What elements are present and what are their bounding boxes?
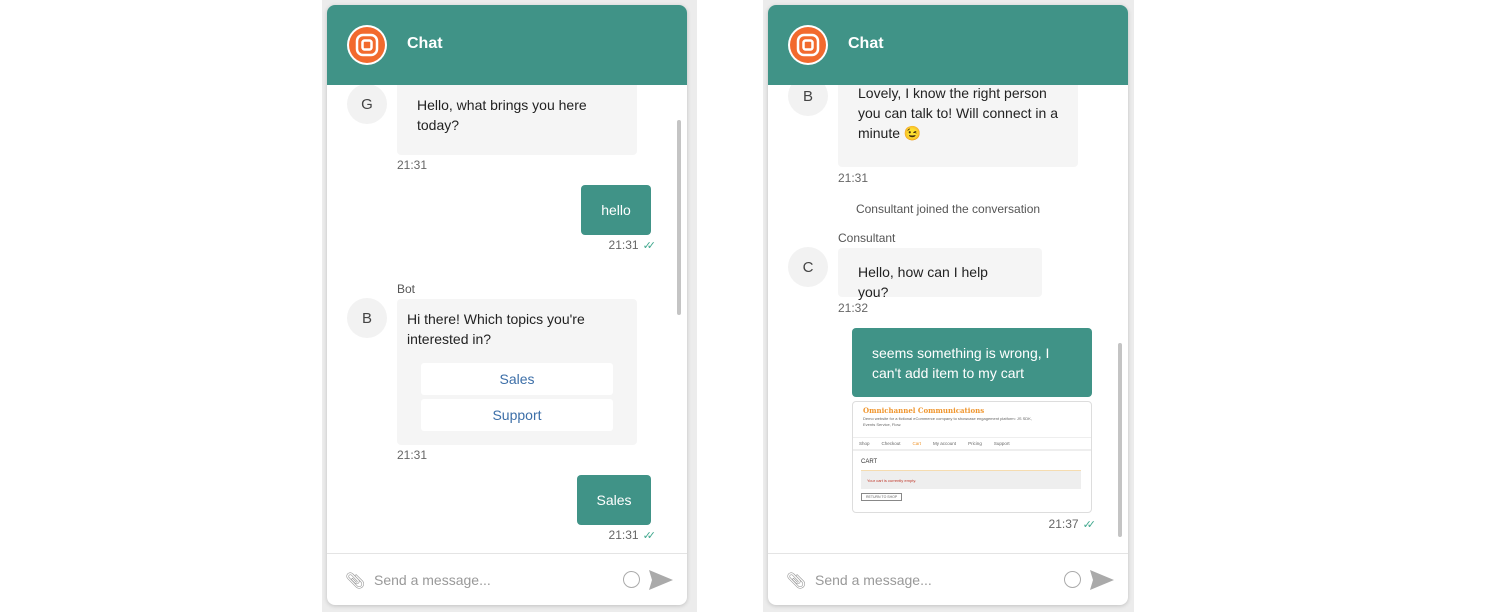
message-time: 21:31 [838, 171, 869, 185]
quick-reply-sales[interactable]: Sales [421, 363, 613, 395]
message-time: 21:32 [838, 301, 869, 315]
chat-widget-right: Chat B Lovely, I know the right person y… [768, 5, 1128, 605]
sender-name: Bot [397, 282, 416, 296]
send-icon[interactable] [649, 570, 673, 590]
chat-title: Chat [848, 35, 884, 52]
avatar: B [788, 85, 828, 116]
message-time: 21:31 [397, 448, 428, 462]
send-icon[interactable] [1090, 570, 1114, 590]
chat-title: Chat [407, 35, 443, 52]
chat-widget-left: Chat G Hello, what brings you here today… [327, 5, 687, 605]
screenshot-attachment[interactable]: Omnichannel Communications Demo website … [852, 401, 1092, 513]
scrollbar[interactable] [677, 120, 681, 315]
composer: 📎︎ Send a message... [327, 553, 687, 605]
logo-icon [788, 25, 828, 65]
avatar: G [347, 85, 387, 124]
quick-reply-support[interactable]: Support [421, 399, 613, 431]
paperclip-icon[interactable]: 📎︎ [345, 571, 365, 591]
sender-name: Consultant [838, 231, 896, 245]
nav-checkout: Checkout [881, 441, 901, 446]
message-input[interactable]: Send a message... [815, 572, 932, 588]
nav-cart: Cart [912, 441, 922, 446]
message-input[interactable]: Send a message... [374, 572, 491, 588]
time-text: 21:31 [608, 238, 639, 252]
composer: 📎︎ Send a message... [768, 553, 1128, 605]
site-desc: Demo website for a fictional eCommerce c… [863, 416, 1032, 427]
avatar: B [347, 298, 387, 338]
logo-icon [347, 25, 387, 65]
message-time: 21:31 ✓✓ [608, 528, 657, 542]
emoji-icon[interactable] [623, 571, 640, 588]
message-time: 21:31 ✓✓ [608, 238, 657, 252]
avatar: C [788, 247, 828, 287]
cart-heading: CART [861, 459, 878, 465]
chat-header: Chat [768, 5, 1128, 85]
message-time: 21:31 [397, 158, 428, 172]
nav-shop: Shop [859, 441, 870, 446]
user-message-bubble: seems something is wrong, I can't add it… [852, 328, 1092, 397]
site-nav: Shop Checkout Cart My account Pricing Su… [853, 437, 1091, 451]
nav-support: Support [993, 441, 1010, 446]
user-message-bubble: hello [581, 185, 651, 235]
message-text: Hi there! Which topics you're interested… [407, 311, 585, 347]
time-text: 21:37 [1048, 517, 1079, 531]
message-bubble: Hello, what brings you here today? [397, 85, 637, 155]
emoji-icon[interactable] [1064, 571, 1081, 588]
message-list[interactable]: B Lovely, I know the right person you ca… [768, 85, 1128, 553]
user-message-bubble: Sales [577, 475, 651, 525]
message-time: 21:37 ✓✓ [1048, 517, 1097, 531]
system-message: Consultant joined the conversation [855, 202, 1041, 216]
message-bubble: Lovely, I know the right person you can … [838, 85, 1078, 167]
site-title: Omnichannel Communications [863, 406, 985, 415]
message-list[interactable]: G Hello, what brings you here today? 21:… [327, 85, 687, 553]
double-check-icon: ✓✓ [642, 240, 657, 252]
time-text: 21:31 [608, 528, 639, 542]
message-bubble: Hi there! Which topics you're interested… [397, 299, 637, 445]
chat-header: Chat [327, 5, 687, 85]
double-check-icon: ✓✓ [642, 530, 657, 542]
return-to-shop-button: RETURN TO SHOP [861, 493, 903, 501]
message-bubble: Hello, how can I help you? [838, 248, 1042, 300]
cart-empty-notice: Your cart is currently empty. [861, 470, 1081, 489]
nav-account: My account [933, 441, 957, 446]
scrollbar[interactable] [1118, 343, 1122, 537]
double-check-icon: ✓✓ [1082, 519, 1097, 531]
paperclip-icon[interactable]: 📎︎ [786, 571, 806, 591]
nav-pricing: Pricing [968, 441, 982, 446]
